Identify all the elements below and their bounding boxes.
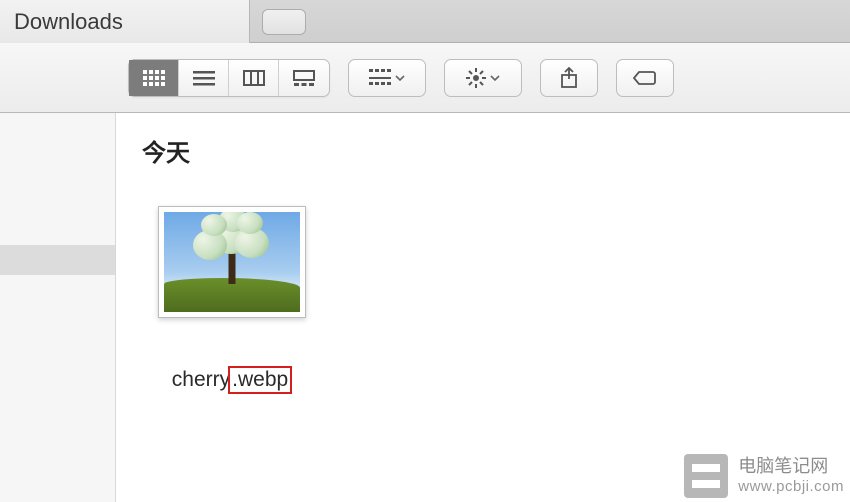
view-column-button[interactable] xyxy=(229,60,279,96)
file-basename: cherry xyxy=(172,368,230,392)
watermark-logo-icon xyxy=(684,454,728,498)
tags-button[interactable] xyxy=(616,59,674,97)
watermark: 电脑笔记网 www.pcbji.com xyxy=(684,454,844,498)
window-body: 今天 cherry.webp 电脑笔记网 xyxy=(0,113,850,502)
section-header: 今天 xyxy=(142,133,824,168)
content-area: 今天 cherry.webp 电脑笔记网 xyxy=(116,113,850,502)
columns-icon xyxy=(243,70,265,86)
action-menu-button[interactable] xyxy=(444,59,522,97)
file-item[interactable]: cherry.webp xyxy=(142,206,322,394)
file-extension-highlight: .webp xyxy=(228,366,292,394)
gear-icon xyxy=(466,68,486,88)
list-icon xyxy=(193,70,215,86)
new-tab-button[interactable] xyxy=(262,9,306,35)
view-icon-button[interactable] xyxy=(129,60,179,96)
watermark-url: www.pcbji.com xyxy=(738,478,844,496)
chevron-down-icon xyxy=(490,75,500,81)
sidebar xyxy=(0,113,116,502)
group-icon xyxy=(369,69,391,87)
tab-bar: Downloads xyxy=(0,0,850,43)
sidebar-selected-item[interactable] xyxy=(0,245,115,275)
view-list-button[interactable] xyxy=(179,60,229,96)
tab-downloads[interactable]: Downloads xyxy=(0,0,250,43)
tab-title: Downloads xyxy=(14,9,123,35)
grid-icon xyxy=(143,70,165,86)
toolbar xyxy=(0,43,850,113)
chevron-down-icon xyxy=(395,75,405,81)
view-gallery-button[interactable] xyxy=(279,60,329,96)
group-by-button[interactable] xyxy=(348,59,426,97)
file-name-label[interactable]: cherry.webp xyxy=(172,366,292,394)
tag-icon xyxy=(633,70,657,86)
gallery-icon xyxy=(293,70,315,86)
share-button[interactable] xyxy=(540,59,598,97)
watermark-site-name: 电脑笔记网 xyxy=(738,456,844,478)
file-thumbnail xyxy=(158,206,306,318)
share-icon xyxy=(560,67,578,89)
view-mode-group xyxy=(128,59,330,97)
